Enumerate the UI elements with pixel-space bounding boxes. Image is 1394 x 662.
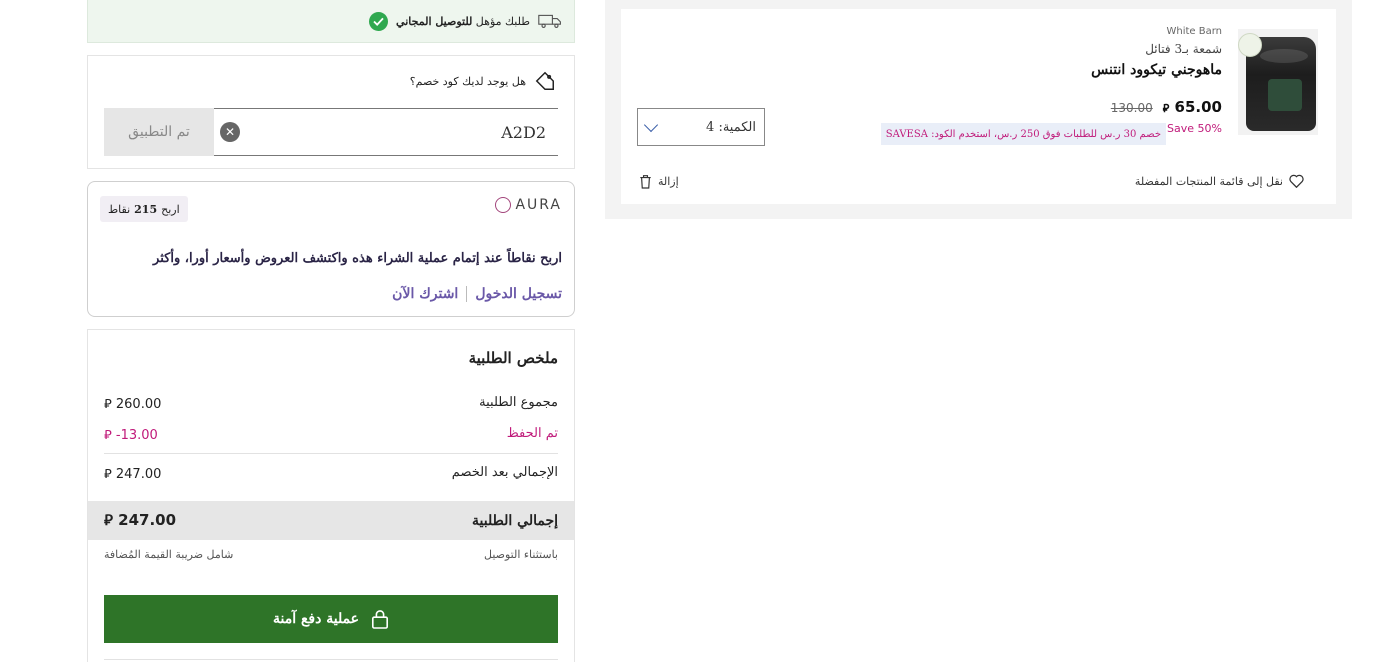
tax-note-row: باستثناء التوصيل شامل ضريبة القيمة المُض… bbox=[104, 548, 558, 561]
currency-icon: ⃁ bbox=[1162, 102, 1170, 115]
check-icon bbox=[369, 11, 389, 31]
cart-item-card: White Barn شمعة بـ3 فتائل ماهوجني تيكوود… bbox=[621, 9, 1336, 204]
coupon-code-value[interactable]: A2D2 bbox=[501, 123, 546, 142]
subtotal-row: مجموع الطلبية ⃁ 260.00 bbox=[104, 395, 558, 412]
shipping-text: طلبك مؤهل للتوصيل المجاني bbox=[396, 14, 530, 28]
product-image[interactable] bbox=[1238, 29, 1318, 135]
aura-logo: AURA bbox=[495, 197, 562, 213]
price-old: 130.00 bbox=[1110, 101, 1153, 115]
product-name[interactable]: ماهوجني تيكوود انتنس bbox=[1091, 62, 1222, 78]
aura-signup-link[interactable]: اشترك الآن bbox=[392, 286, 458, 302]
order-summary: ملخص الطلبية مجموع الطلبية ⃁ 260.00 تم ا… bbox=[87, 329, 575, 662]
currency-icon: ⃁ bbox=[104, 397, 112, 412]
promo-banner: خصم 30 ر.س للطلبات فوق 250 ر.س، استخدم ا… bbox=[880, 123, 1166, 145]
order-total-row: إجمالي الطلبية ⃁ 247.00 bbox=[88, 501, 574, 540]
saved-row: تم الحفظ ⃁ -13.00 bbox=[104, 426, 558, 443]
coupon-section: هل يوجد لديك كود خصم؟ A2D2 ✕ تم التطبيق bbox=[87, 55, 575, 169]
tag-icon bbox=[535, 71, 554, 90]
clear-coupon-icon[interactable]: ✕ bbox=[220, 122, 240, 142]
apply-coupon-button[interactable]: تم التطبيق bbox=[104, 108, 214, 156]
secure-checkout-button[interactable]: عملية دفع آمنة bbox=[104, 595, 558, 643]
coupon-code-field[interactable]: A2D2 ✕ bbox=[213, 108, 558, 156]
lock-icon bbox=[372, 610, 389, 629]
cart-items-panel: White Barn شمعة بـ3 فتائل ماهوجني تيكوود… bbox=[605, 0, 1352, 219]
delivery-truck-icon bbox=[538, 14, 561, 28]
currency-icon: ⃁ bbox=[104, 428, 112, 443]
coupon-question: هل يوجد لديك كود خصم؟ bbox=[410, 70, 556, 92]
aura-logo-icon bbox=[495, 197, 512, 213]
quantity-select[interactable]: الكمية: 4 bbox=[637, 108, 765, 146]
price-row: 130.00 ⃁ 65.00 bbox=[1111, 98, 1222, 116]
currency-icon: ⃁ bbox=[104, 511, 113, 529]
aura-loyalty-card: AURA اربح 215 نقاط اربح نقاطاً عند إتمام… bbox=[87, 181, 575, 317]
remove-item-link[interactable]: إزالة bbox=[639, 174, 679, 189]
chevron-down-icon bbox=[643, 117, 659, 132]
quantity-label: الكمية: 4 bbox=[706, 119, 756, 135]
award-sticker-icon bbox=[1238, 33, 1262, 57]
move-to-wishlist-link[interactable]: نقل إلى قائمة المنتجات المفضلة bbox=[1135, 174, 1304, 188]
aura-links: تسجيل الدخول اشترك الآن bbox=[392, 286, 562, 302]
trash-icon bbox=[640, 175, 651, 189]
product-subtitle: شمعة بـ3 فتائل bbox=[1145, 42, 1222, 56]
aura-message: اربح نقاطاً عند إتمام عملية الشراء هذه و… bbox=[153, 251, 562, 266]
aura-login-link[interactable]: تسجيل الدخول bbox=[475, 286, 562, 302]
product-brand: White Barn bbox=[1166, 26, 1222, 37]
save-percent-badge: Save 50% bbox=[1167, 122, 1222, 135]
free-shipping-banner: طلبك مؤهل للتوصيل المجاني bbox=[87, 0, 575, 43]
price-new: ⃁ 65.00 bbox=[1162, 98, 1222, 116]
points-badge: اربح 215 نقاط bbox=[100, 196, 188, 222]
currency-icon: ⃁ bbox=[104, 467, 112, 482]
summary-title: ملخص الطلبية bbox=[468, 349, 558, 367]
after-discount-row: الإجمالي بعد الخصم ⃁ 247.00 bbox=[104, 465, 558, 482]
heart-icon bbox=[1289, 174, 1304, 188]
summary-divider bbox=[104, 453, 558, 454]
